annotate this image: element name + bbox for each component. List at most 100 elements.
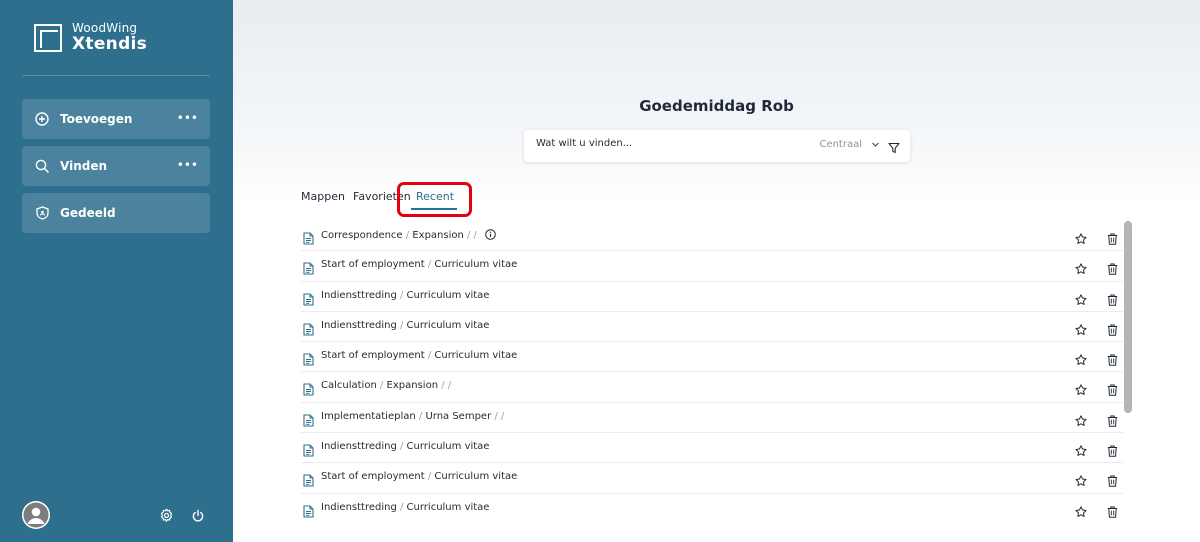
delete-button[interactable] <box>1107 321 1118 336</box>
list-item-subtitle: Curriculum vitae <box>406 441 490 453</box>
star-icon <box>1075 321 1087 340</box>
favorite-button[interactable] <box>1075 260 1087 275</box>
favorite-button[interactable] <box>1075 442 1087 457</box>
list-item-title: Start of employment <box>321 350 425 362</box>
star-icon <box>1075 442 1087 461</box>
list-item-path[interactable]: Start of employment / Curriculum vitae <box>321 471 517 482</box>
list-item[interactable]: Start of employment / Curriculum vitae <box>301 251 1123 282</box>
list-item[interactable]: Indiensttreding / Curriculum vitae <box>301 433 1123 464</box>
sidebar-item-label: Gedeeld <box>60 206 116 220</box>
list-item-path[interactable]: Indiensttreding / Curriculum vitae <box>321 290 489 301</box>
document-icon <box>303 472 314 487</box>
favorite-button[interactable] <box>1075 472 1087 487</box>
list-item-path[interactable]: Implementatieplan / Urna Semper / / <box>321 411 504 422</box>
favorite-button[interactable] <box>1075 503 1087 517</box>
document-icon <box>303 351 314 366</box>
favorite-button[interactable] <box>1075 351 1087 366</box>
list-item[interactable]: Calculation / Expansion / / <box>301 372 1123 403</box>
favorite-button[interactable] <box>1075 321 1087 335</box>
path-separator: / <box>396 319 407 331</box>
search-input[interactable] <box>536 138 776 149</box>
active-tab-indicator <box>411 208 457 210</box>
list-item-title: Calculation <box>321 380 377 392</box>
trash-icon <box>1107 412 1118 431</box>
power-button[interactable] <box>191 508 205 522</box>
trash-icon <box>1107 230 1118 249</box>
star-icon <box>1075 503 1087 522</box>
list-item-title: Start of employment <box>321 471 425 483</box>
delete-button[interactable] <box>1107 442 1118 457</box>
path-extra: / / <box>463 230 477 241</box>
star-icon <box>1075 230 1087 249</box>
list-item[interactable]: Implementatieplan / Urna Semper / / <box>301 403 1123 434</box>
trash-icon <box>1107 442 1118 461</box>
favorite-button[interactable] <box>1075 412 1087 426</box>
sidebar-divider <box>22 75 210 76</box>
list-item[interactable]: Correspondence / Expansion / / <box>301 221 1123 252</box>
delete-button[interactable] <box>1107 503 1118 518</box>
trash-icon <box>1107 351 1118 370</box>
brand-logo[interactable]: WoodWing Xtendis <box>34 22 147 53</box>
delete-button[interactable] <box>1107 230 1118 245</box>
document-icon <box>303 321 314 336</box>
document-icon <box>303 412 314 427</box>
shield-icon <box>35 206 49 220</box>
favorite-button[interactable] <box>1075 381 1087 396</box>
list-item-title: Indiensttreding <box>321 441 397 453</box>
search-icon <box>35 159 49 173</box>
list-item-path[interactable]: Start of employment / Curriculum vitae <box>321 259 517 270</box>
delete-button[interactable] <box>1107 260 1118 275</box>
trash-icon <box>1107 503 1118 522</box>
sidebar-item-vinden[interactable]: Vinden ••• <box>22 146 210 186</box>
scrollbar[interactable] <box>1124 221 1132 413</box>
path-separator: / <box>415 410 426 422</box>
list-item-path[interactable]: Indiensttreding / Curriculum vitae <box>321 502 489 513</box>
delete-button[interactable] <box>1107 472 1118 488</box>
avatar[interactable] <box>22 501 50 529</box>
list-item[interactable]: Indiensttreding / Curriculum vitae <box>301 312 1123 343</box>
brand-line2: Xtendis <box>72 34 148 54</box>
trash-icon <box>1107 381 1118 400</box>
list-item[interactable]: Indiensttreding / Curriculum vitae <box>301 494 1123 524</box>
path-separator: / <box>424 350 435 362</box>
list-item[interactable]: Start of employment / Curriculum vitae <box>301 463 1123 494</box>
list-item-path[interactable]: Indiensttreding / Curriculum vitae <box>321 320 489 331</box>
list-item-subtitle: Expansion <box>386 380 439 392</box>
list-item-title: Correspondence <box>321 230 403 241</box>
more-options-button[interactable]: ••• <box>177 112 198 124</box>
trash-icon <box>1107 291 1118 310</box>
list-item-path[interactable]: Indiensttreding / Curriculum vitae <box>321 441 489 452</box>
star-icon <box>1075 351 1087 370</box>
list-item-subtitle: Curriculum vitae <box>434 350 518 362</box>
tab-mappen[interactable]: Mappen <box>301 190 345 203</box>
list-item-subtitle: Curriculum vitae <box>434 471 518 483</box>
sidebar-item-gedeeld[interactable]: Gedeeld <box>22 193 210 233</box>
list-item[interactable]: Start of employment / Curriculum vitae <box>301 342 1123 373</box>
favorite-button[interactable] <box>1075 230 1087 244</box>
sidebar-item-toevoegen[interactable]: Toevoegen ••• <box>22 99 210 139</box>
list-item-path[interactable]: Correspondence / Expansion / / <box>321 229 496 241</box>
delete-button[interactable] <box>1107 412 1118 427</box>
more-options-button[interactable]: ••• <box>177 159 198 171</box>
list-item-title: Implementatieplan <box>321 410 416 422</box>
tab-favorieten[interactable]: Favorieten <box>353 190 411 203</box>
sidebar-item-label: Vinden <box>60 159 108 173</box>
info-icon[interactable] <box>485 229 496 240</box>
tab-recent[interactable]: Recent <box>416 190 454 203</box>
list-item-path[interactable]: Start of employment / Curriculum vitae <box>321 350 517 361</box>
list-item-path[interactable]: Calculation / Expansion / / <box>321 380 451 391</box>
delete-button[interactable] <box>1107 381 1118 397</box>
delete-button[interactable] <box>1107 291 1118 306</box>
list-item-subtitle: Curriculum vitae <box>406 289 490 301</box>
scope-dropdown[interactable]: Centraal <box>819 139 880 150</box>
delete-button[interactable] <box>1107 351 1118 366</box>
favorite-button[interactable] <box>1075 291 1087 305</box>
filter-icon <box>888 142 900 154</box>
chevron-down-icon <box>872 142 879 147</box>
list-item[interactable]: Indiensttreding / Curriculum vitae <box>301 282 1123 312</box>
list-item-subtitle: Curriculum vitae <box>406 319 490 331</box>
filter-button[interactable] <box>888 139 900 154</box>
settings-button[interactable] <box>159 508 174 523</box>
list-item-subtitle: Curriculum vitae <box>434 259 518 271</box>
list-item-title: Indiensttreding <box>321 319 397 331</box>
